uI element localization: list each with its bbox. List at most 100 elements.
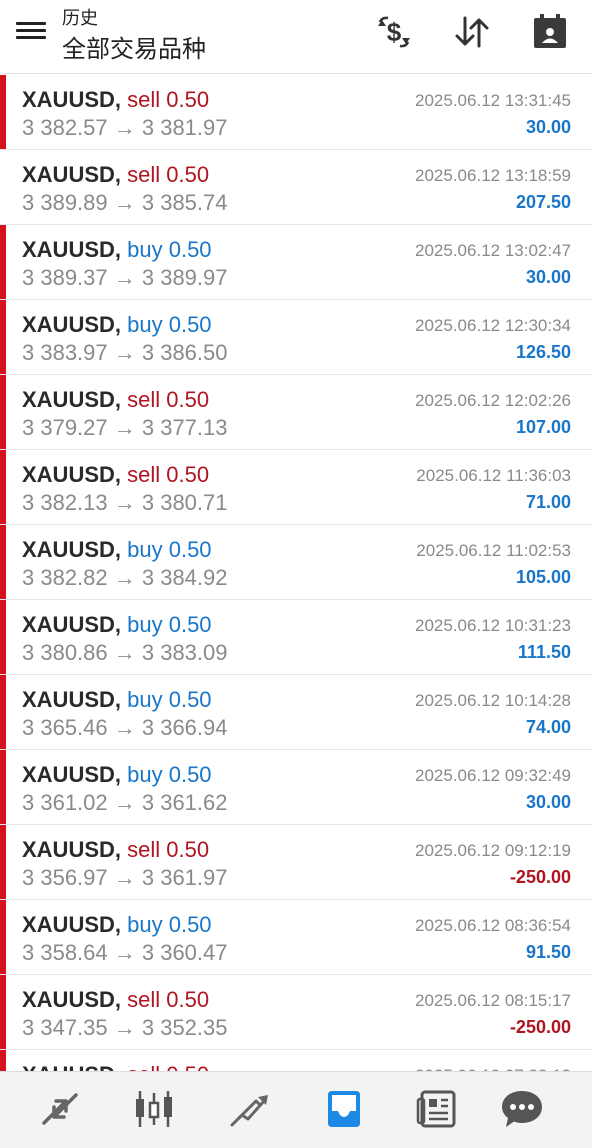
trade-time: 2025.06.12 12:02:26 bbox=[415, 391, 571, 410]
chart-icon[interactable] bbox=[130, 1087, 178, 1131]
trade-row[interactable]: XAUUSD, buy 0.50 3 382.82 → 3 384.92 2025.… bbox=[0, 525, 592, 600]
bottom-nav bbox=[0, 1071, 592, 1148]
trade-title: XAUUSD, sell 0.50 bbox=[22, 1062, 209, 1071]
trade-side: sell 0.50 bbox=[127, 87, 210, 112]
trade-time: 2025.06.12 08:36:54 bbox=[415, 916, 571, 935]
trade-prices: 3 358.64 → 3 360.47 bbox=[22, 940, 228, 965]
trade-row[interactable]: XAUUSD, sell 0.50 3 382.57 → 3 381.97 2025… bbox=[0, 75, 592, 150]
trade-symbol: XAUUSD, bbox=[22, 87, 122, 112]
trade-time: 2025.06.12 13:18:59 bbox=[415, 166, 571, 185]
history-icon[interactable] bbox=[320, 1087, 368, 1131]
trade-marker bbox=[0, 825, 6, 899]
trade-row[interactable]: XAUUSD, sell 0.50 3 389.89 → 3 385.74 2025… bbox=[0, 150, 592, 225]
trade-marker bbox=[0, 225, 6, 299]
trade-side: sell 0.50 bbox=[127, 987, 210, 1012]
trade-time: 2025.06.12 12:30:34 bbox=[415, 316, 571, 335]
trade-side: sell 0.50 bbox=[127, 387, 210, 412]
calendar-icon[interactable] bbox=[528, 12, 572, 52]
trade-side: sell 0.50 bbox=[127, 462, 210, 487]
trade-title: XAUUSD, sell 0.50 bbox=[22, 987, 209, 1013]
sort-icon[interactable] bbox=[450, 12, 494, 52]
trade-row[interactable]: XAUUSD, buy 0.50 3 380.86 → 3 383.09 2025.… bbox=[0, 600, 592, 675]
trade-side: buy 0.50 bbox=[127, 762, 212, 787]
trade-prices: 3 389.89 → 3 385.74 bbox=[22, 190, 228, 215]
trade-side: buy 0.50 bbox=[127, 537, 212, 562]
trade-profit: -250.00 bbox=[509, 867, 571, 887]
news-icon[interactable] bbox=[414, 1087, 462, 1131]
trade-prices: 3 379.27 → 3 377.13 bbox=[22, 415, 228, 440]
trade-title: XAUUSD, buy 0.50 bbox=[22, 762, 212, 788]
trade-side: buy 0.50 bbox=[127, 237, 212, 262]
trade-prices: 3 361.02 → 3 361.62 bbox=[22, 790, 228, 815]
trade-symbol: XAUUSD, bbox=[22, 462, 122, 487]
trade-profit: 74.00 bbox=[525, 717, 571, 737]
trade-profit: 207.50 bbox=[515, 192, 571, 212]
trade-marker bbox=[0, 450, 6, 524]
trade-side: buy 0.50 bbox=[127, 912, 212, 937]
quotes-icon[interactable] bbox=[36, 1087, 84, 1131]
trade-time: 2025.06.12 09:32:49 bbox=[415, 766, 571, 785]
trade-row[interactable]: XAUUSD, buy 0.50 3 361.02 → 3 361.62 2025.… bbox=[0, 750, 592, 825]
trade-marker bbox=[0, 300, 6, 374]
trade-profit: 71.00 bbox=[525, 492, 571, 512]
trade-symbol: XAUUSD, bbox=[22, 162, 122, 187]
svg-text:$: $ bbox=[387, 17, 402, 47]
trade-row[interactable]: XAUUSD, buy 0.50 3 358.64 → 3 360.47 2025.… bbox=[0, 900, 592, 975]
trade-row[interactable]: XAUUSD, buy 0.50 3 365.46 → 3 366.94 2025.… bbox=[0, 675, 592, 750]
page-title[interactable]: 全部交易品种 bbox=[62, 29, 206, 64]
trade-prices: 3 383.97 → 3 386.50 bbox=[22, 340, 228, 365]
trade-side: buy 0.50 bbox=[127, 687, 212, 712]
trade-profit: 111.50 bbox=[517, 642, 571, 662]
trade-symbol: XAUUSD, bbox=[22, 987, 122, 1012]
trade-icon[interactable] bbox=[226, 1087, 274, 1131]
trade-profit: 30.00 bbox=[525, 792, 571, 812]
trade-profit: 126.50 bbox=[515, 342, 571, 362]
trade-title: XAUUSD, sell 0.50 bbox=[22, 87, 209, 113]
trade-title: XAUUSD, buy 0.50 bbox=[22, 312, 212, 338]
trade-symbol: XAUUSD, bbox=[22, 1062, 121, 1071]
trade-history-list: XAUUSD, sell 0.50 3 382.57 → 3 381.97 2025… bbox=[0, 75, 592, 1071]
trade-side: buy 0.50 bbox=[127, 612, 212, 637]
trade-side: sell 0.50 bbox=[127, 1062, 209, 1071]
trade-row[interactable]: XAUUSD, sell 0.50 3 382.13 → 3 380.71 2025… bbox=[0, 450, 592, 525]
trade-side: buy 0.50 bbox=[127, 312, 212, 337]
trade-prices: 3 382.82 → 3 384.92 bbox=[22, 565, 228, 590]
trade-prices: 3 389.37 → 3 389.97 bbox=[22, 265, 228, 290]
trade-title: XAUUSD, buy 0.50 bbox=[22, 912, 212, 938]
trade-time: 2025.06.12 11:02:53 bbox=[416, 541, 571, 560]
trade-marker bbox=[0, 525, 6, 599]
trade-row[interactable]: XAUUSD, buy 0.50 3 383.97 → 3 386.50 2025.… bbox=[0, 300, 592, 375]
messages-icon[interactable] bbox=[498, 1087, 546, 1131]
trade-row[interactable]: XAUUSD, sell 0.50 3 379.27 → 3 377.13 2025… bbox=[0, 375, 592, 450]
trade-row[interactable]: XAUUSD, sell 0.502025.06.12 07:33:13 bbox=[0, 1050, 592, 1071]
trade-symbol: XAUUSD, bbox=[22, 912, 122, 937]
trade-prices: 3 380.86 → 3 383.09 bbox=[22, 640, 228, 665]
trade-row[interactable]: XAUUSD, sell 0.50 3 347.35 → 3 352.35 2025… bbox=[0, 975, 592, 1050]
trade-profit: 105.00 bbox=[515, 567, 571, 587]
app-header: 历史 全部交易品种 $ bbox=[0, 0, 592, 74]
trade-prices: 3 382.13 → 3 380.71 bbox=[22, 490, 228, 515]
trade-symbol: XAUUSD, bbox=[22, 837, 122, 862]
trade-symbol: XAUUSD, bbox=[22, 237, 122, 262]
trade-prices: 3 365.46 → 3 366.94 bbox=[22, 715, 228, 740]
trade-time: 2025.06.12 13:02:47 bbox=[415, 241, 571, 260]
trade-title: XAUUSD, buy 0.50 bbox=[22, 612, 212, 638]
trade-symbol: XAUUSD, bbox=[22, 687, 122, 712]
trade-time: 2025.06.12 11:36:03 bbox=[416, 466, 571, 485]
trade-row[interactable]: XAUUSD, buy 0.50 3 389.37 → 3 389.97 2025.… bbox=[0, 225, 592, 300]
currency-exchange-icon[interactable]: $ bbox=[372, 12, 416, 52]
trade-title: XAUUSD, sell 0.50 bbox=[22, 837, 209, 863]
trade-marker bbox=[0, 600, 6, 674]
trade-side: sell 0.50 bbox=[127, 837, 210, 862]
trade-title: XAUUSD, buy 0.50 bbox=[22, 237, 212, 263]
trade-symbol: XAUUSD, bbox=[22, 762, 122, 787]
trade-prices: 3 382.57 → 3 381.97 bbox=[22, 115, 228, 140]
trade-row[interactable]: XAUUSD, sell 0.50 3 356.97 → 3 361.97 2025… bbox=[0, 825, 592, 900]
trade-marker bbox=[0, 975, 6, 1049]
trade-profit: -250.00 bbox=[509, 1017, 571, 1037]
hamburger-menu-icon[interactable] bbox=[14, 18, 48, 48]
trade-marker bbox=[0, 675, 6, 749]
trade-time: 2025.06.12 09:12:19 bbox=[415, 841, 571, 860]
trade-title: XAUUSD, sell 0.50 bbox=[22, 162, 209, 188]
trade-profit: 30.00 bbox=[525, 267, 571, 287]
